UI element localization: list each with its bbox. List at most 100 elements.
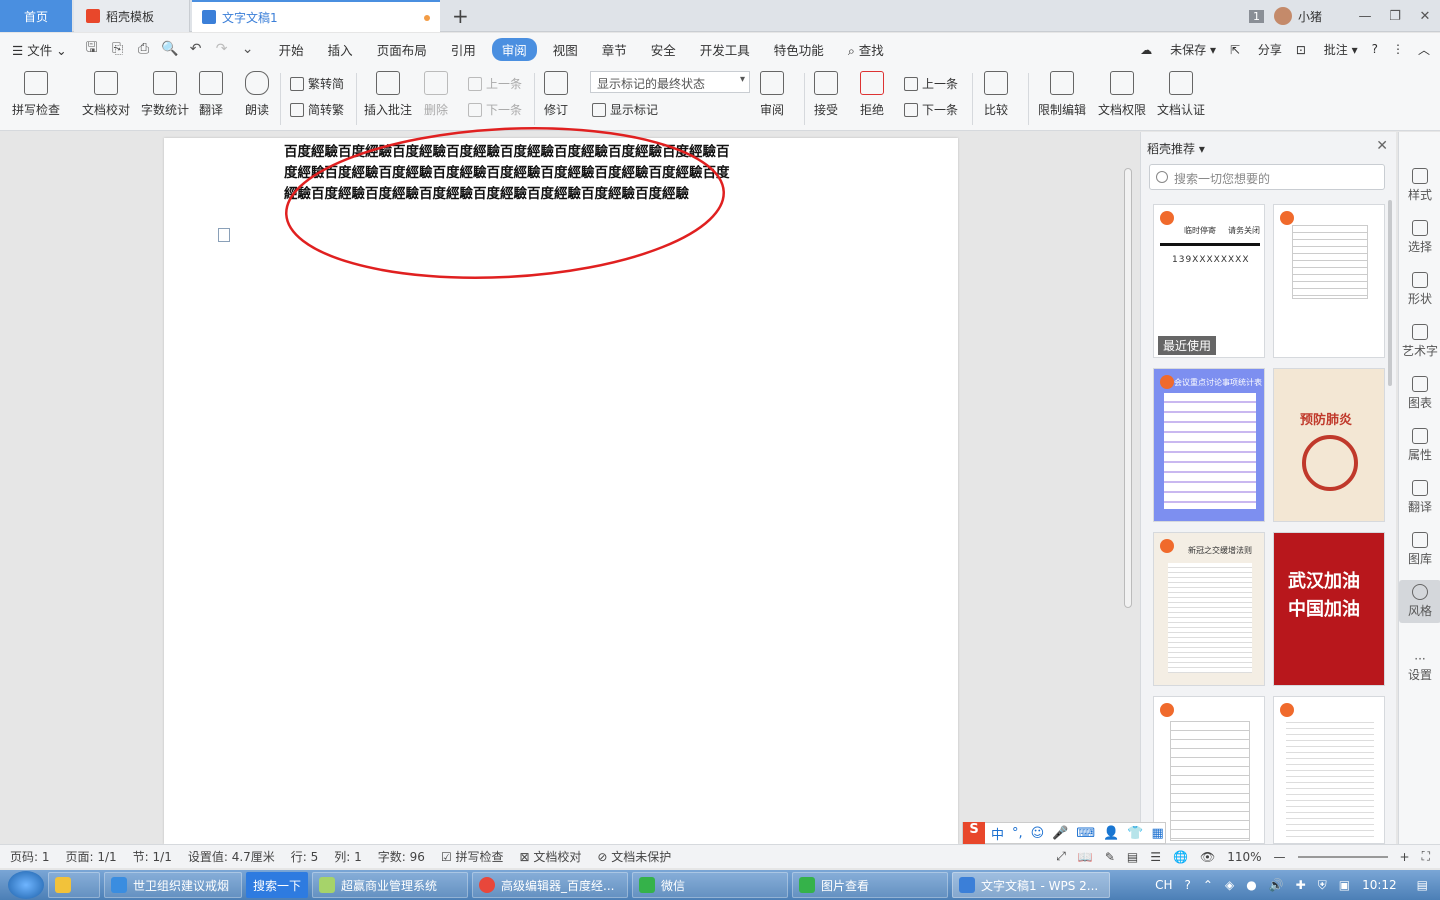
doc-rights-button[interactable]: 文档权限: [1098, 71, 1146, 118]
menu-find[interactable]: ⌕ 查找: [836, 40, 896, 59]
to-traditional-button[interactable]: 繁转简: [290, 75, 344, 92]
tool-translate[interactable]: 翻译: [1399, 480, 1440, 515]
tool-properties[interactable]: 属性: [1399, 428, 1440, 463]
box-tray-icon[interactable]: ◈: [1225, 878, 1234, 892]
doc-certify-button[interactable]: 文档认证: [1157, 71, 1205, 118]
prev-comment-button[interactable]: 上一条: [468, 75, 522, 92]
tool-chart[interactable]: 图表: [1399, 376, 1440, 411]
show-markup-button[interactable]: 显示标记: [592, 101, 658, 118]
document-scrollbar[interactable]: [1122, 140, 1134, 840]
spellcheck-button[interactable]: 拼写检查: [12, 71, 60, 118]
menu-developer[interactable]: 开发工具: [688, 40, 762, 59]
insert-comment-button[interactable]: 插入批注: [364, 71, 412, 118]
show-desktop-icon[interactable]: ▤: [1417, 878, 1428, 892]
read-mode-icon[interactable]: 📖: [1078, 850, 1093, 864]
emoji-icon[interactable]: ☺: [1031, 826, 1045, 841]
close-icon[interactable]: ✕: [1410, 9, 1440, 24]
next-comment-button[interactable]: 下一条: [468, 101, 522, 118]
review-pane-button[interactable]: 审阅: [760, 71, 784, 118]
template-card-form[interactable]: [1153, 696, 1265, 844]
new-tab-plus-icon[interactable]: +: [452, 4, 469, 28]
tool-settings[interactable]: ··· 设置: [1399, 652, 1440, 683]
revise-button[interactable]: 修订: [544, 71, 568, 118]
edit-mode-icon[interactable]: ✎: [1105, 850, 1115, 864]
clock[interactable]: 10:12: [1362, 878, 1397, 892]
user-name[interactable]: 小猪: [1298, 8, 1322, 25]
taskbar-item-ie[interactable]: 世卫组织建议戒烟: [104, 872, 242, 898]
outline-view-icon[interactable]: ☰: [1150, 850, 1161, 864]
status-spell[interactable]: ☑ 拼写检查: [441, 848, 504, 865]
comment-button[interactable]: ⊡ 批注 ▾: [1296, 41, 1358, 58]
window-count-badge[interactable]: 1: [1248, 9, 1264, 23]
volume-icon[interactable]: 🔊: [1269, 878, 1284, 892]
voice-icon[interactable]: 🎤: [1052, 826, 1068, 841]
panel-close-icon[interactable]: ✕: [1376, 138, 1388, 154]
help-icon[interactable]: ?: [1372, 42, 1378, 56]
taskbar-item-photo[interactable]: 图片查看: [792, 872, 949, 898]
status-proof[interactable]: ⊠ 文档校对: [520, 848, 582, 865]
tray-expand-icon[interactable]: ⌃: [1203, 878, 1213, 892]
taskbar-app-icon[interactable]: [48, 872, 100, 898]
taskbar-item-business[interactable]: 超赢商业管理系统: [312, 872, 469, 898]
wordcount-button[interactable]: 字数统计: [141, 71, 189, 118]
template-card-recent[interactable]: 临时停寄 请务关闭 139XXXXXXXX 最近使用: [1153, 204, 1265, 358]
ime-lang[interactable]: 中: [991, 824, 1004, 843]
accept-button[interactable]: 接受: [814, 71, 838, 118]
reject-button[interactable]: 拒绝: [860, 71, 884, 118]
minimize-icon[interactable]: —: [1350, 9, 1380, 24]
export-icon[interactable]: ⎘: [105, 41, 131, 57]
zoom-in-icon[interactable]: +: [1400, 850, 1410, 864]
chevron-down-icon[interactable]: ⌄: [235, 41, 261, 57]
tool-style[interactable]: 样式: [1399, 168, 1440, 203]
redo-icon[interactable]: ↷: [209, 41, 235, 57]
skin-icon[interactable]: 👕: [1127, 826, 1143, 841]
status-section[interactable]: 节: 1/1: [133, 848, 172, 865]
tab-template[interactable]: 稻壳模板: [74, 0, 190, 32]
template-card-report[interactable]: [1273, 696, 1385, 844]
status-pages[interactable]: 页面: 1/1: [66, 848, 117, 865]
punctuation-icon[interactable]: °,: [1012, 826, 1023, 841]
taskbar-item-chrome[interactable]: 高级编辑器_百度经...: [472, 872, 629, 898]
web-view-icon[interactable]: 🌐: [1173, 850, 1188, 864]
ime-toolbar[interactable]: S 中 °, ☺ 🎤 ⌨ 👤 👕 ▦: [962, 822, 1166, 844]
compare-button[interactable]: 比较: [984, 71, 1008, 118]
menu-insert[interactable]: 插入: [316, 40, 365, 59]
tab-home[interactable]: 首页: [0, 0, 72, 32]
start-button[interactable]: [8, 871, 44, 899]
menu-layout[interactable]: 页面布局: [365, 40, 439, 59]
template-card-pneumonia[interactable]: 预防肺炎: [1273, 368, 1385, 522]
eye-icon[interactable]: 👁: [1200, 850, 1215, 864]
panel-title[interactable]: 稻壳推荐 ▾: [1147, 140, 1205, 157]
wechat-tray-icon[interactable]: ●: [1246, 878, 1256, 892]
paragraph-layout-icon[interactable]: [218, 228, 230, 242]
help-tray-icon[interactable]: ?: [1185, 878, 1191, 892]
tool-gallery[interactable]: 图库: [1399, 532, 1440, 567]
print-icon[interactable]: ⎙: [131, 41, 157, 57]
to-simplified-button[interactable]: 简转繁: [290, 101, 344, 118]
panel-scrollbar[interactable]: [1388, 200, 1392, 386]
menu-file[interactable]: ☰ 文件 ⌄: [0, 40, 79, 59]
zoom-out-icon[interactable]: —: [1274, 850, 1286, 864]
fit-icon[interactable]: ⛶: [1422, 849, 1430, 864]
prev-change-button[interactable]: 上一条: [904, 75, 958, 92]
keyboard-icon[interactable]: ⌨: [1076, 826, 1095, 841]
read-aloud-button[interactable]: 朗读: [245, 71, 269, 118]
user-icon[interactable]: 👤: [1103, 826, 1119, 841]
delete-comment-button[interactable]: 删除: [424, 71, 448, 118]
grid-icon[interactable]: ▦: [1152, 826, 1164, 841]
status-setting[interactable]: 设置值: 4.7厘米: [188, 848, 275, 865]
zoom-level[interactable]: 110%: [1227, 850, 1261, 864]
next-change-button[interactable]: 下一条: [904, 101, 958, 118]
cloud-unsaved-button[interactable]: ☁ 未保存 ▾: [1140, 41, 1216, 58]
input-language[interactable]: CH: [1155, 878, 1172, 892]
menu-security[interactable]: 安全: [639, 40, 688, 59]
proofread-button[interactable]: 文档校对: [82, 71, 130, 118]
menu-features[interactable]: 特色功能: [762, 40, 836, 59]
fullscreen-icon[interactable]: ⤢: [1056, 849, 1066, 864]
preview-icon[interactable]: 🔍: [157, 41, 183, 57]
panel-search-input[interactable]: 搜索一切您想要的: [1149, 164, 1385, 190]
menu-home[interactable]: 开始: [267, 40, 316, 59]
taskbar-search-button[interactable]: 搜索一下: [246, 872, 309, 898]
restore-icon[interactable]: ❐: [1380, 9, 1410, 24]
status-protect[interactable]: ⊘ 文档未保护: [597, 848, 671, 865]
